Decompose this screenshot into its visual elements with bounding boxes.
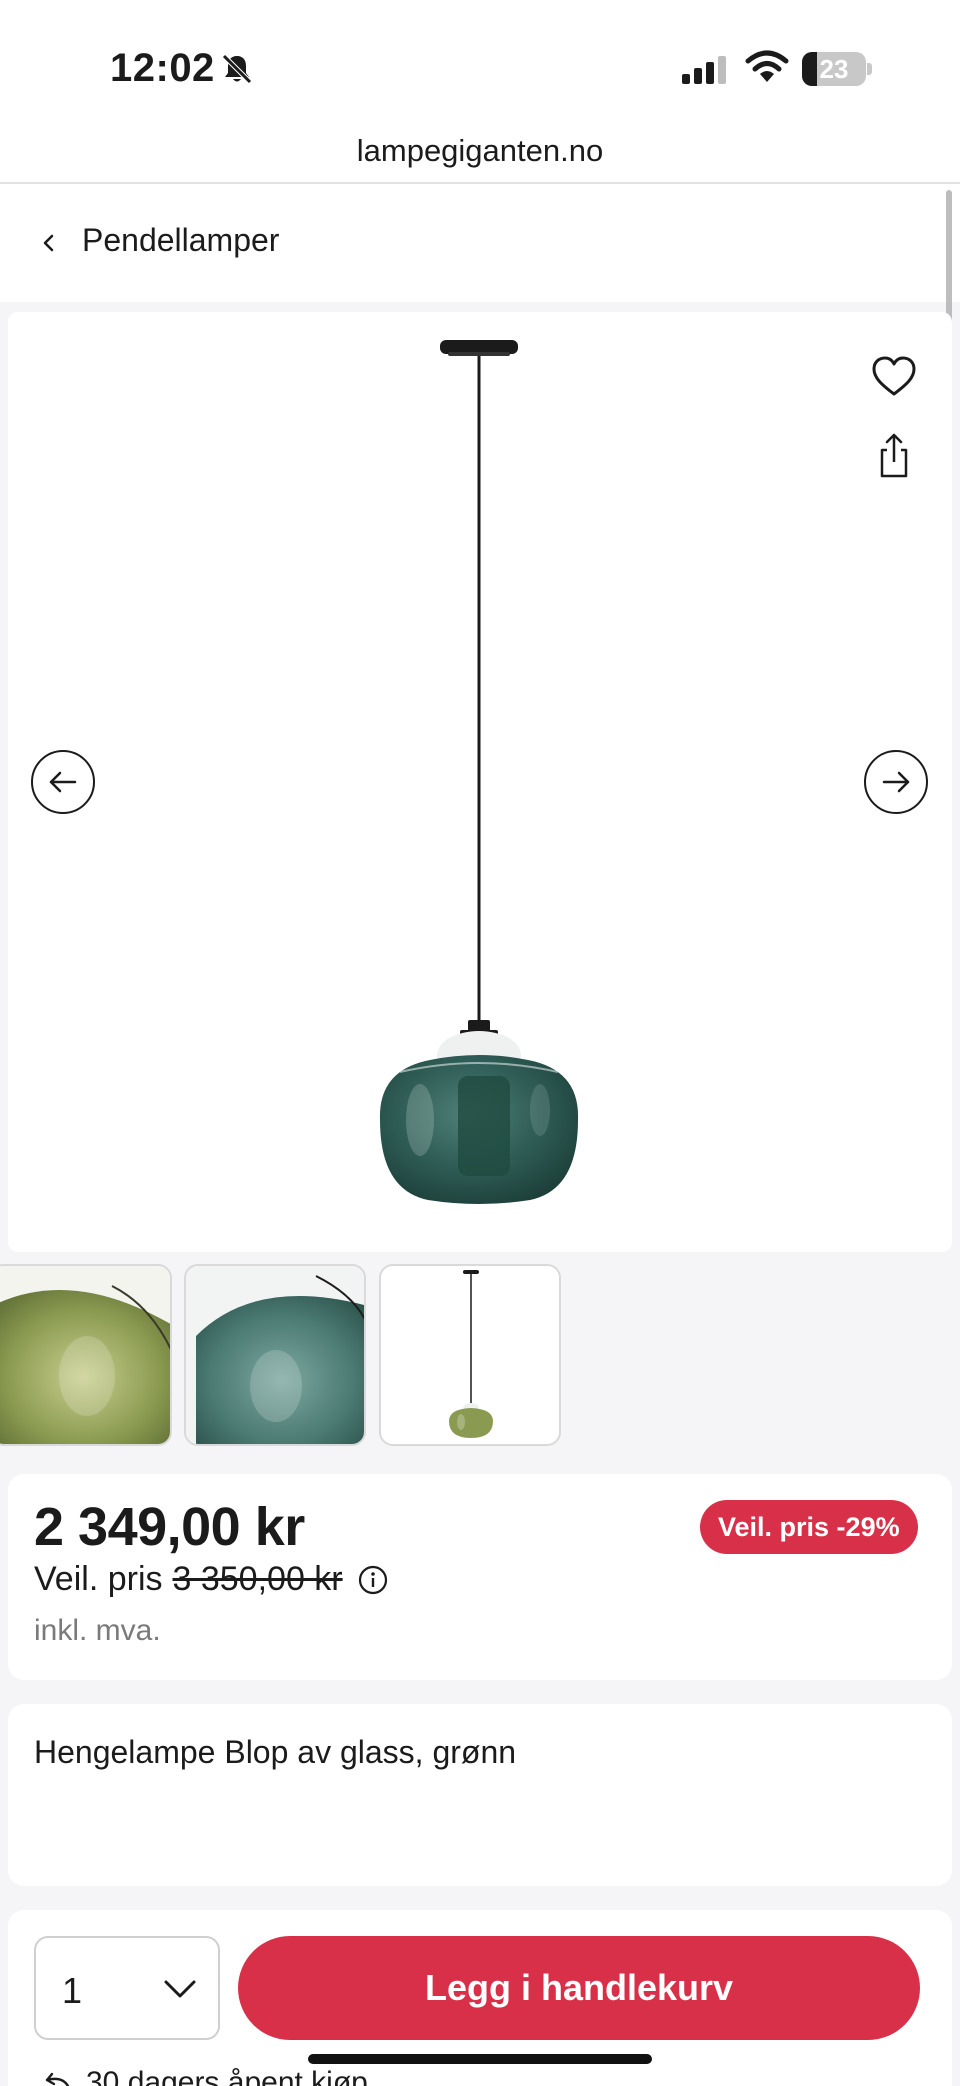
product-title-card: Hengelampe Blop av glass, grønn [8,1704,952,1886]
chevron-left-icon[interactable] [38,230,60,256]
arrow-right-icon [882,771,910,793]
vat-note: inkl. mva. [34,1614,161,1647]
wifi-icon [745,50,789,82]
chevron-down-icon [164,1980,196,1998]
browser-url[interactable]: lampegiganten.no [0,130,960,182]
status-bar: 12:02 23 [0,0,960,130]
heart-icon[interactable] [864,352,924,402]
return-policy-row: 30 dagers åpent kjøp [44,2066,368,2086]
breadcrumb-label[interactable]: Pendellamper [82,222,279,259]
battery-icon: 23 [802,52,872,86]
discount-badge: Veil. pris -29% [700,1500,918,1554]
rrp-price: 3 350,00 kr [172,1560,343,1598]
share-icon[interactable] [874,432,914,480]
return-arrow-icon [45,2072,70,2086]
quantity-value: 1 [62,1970,83,2011]
thumbnail-strip [0,1262,960,1448]
breadcrumb[interactable]: Pendellamper [0,184,960,302]
info-icon[interactable] [357,1564,389,1596]
next-image-button[interactable] [864,750,928,814]
bell-slash-icon [222,54,252,84]
thumbnail-full-lamp[interactable] [379,1264,561,1446]
return-policy-text: 30 dagers åpent kjøp [86,2066,368,2086]
arrow-left-icon [49,771,77,793]
thumbnail-green[interactable] [0,1264,172,1446]
product-image [379,340,579,1204]
add-to-cart-button[interactable]: Legg i handlekurv [238,1936,920,2040]
current-price: 2 349,00 kr [34,1497,305,1557]
cellular-signal-icon [682,56,726,84]
previous-image-button[interactable] [31,750,95,814]
battery-level: 23 [819,54,849,84]
rrp-row: Veil. pris 3 350,00 kr [34,1560,389,1599]
quantity-select[interactable]: 1 [34,1936,220,2040]
status-time: 12:02 [110,46,215,90]
price-card: 2 349,00 kr Veil. pris -29% Veil. pris 3… [8,1474,952,1680]
thumbnail-teal[interactable] [184,1264,366,1446]
product-title: Hengelampe Blop av glass, grønn [34,1734,517,1770]
rrp-label: Veil. pris [34,1560,163,1598]
home-indicator [308,2054,652,2064]
